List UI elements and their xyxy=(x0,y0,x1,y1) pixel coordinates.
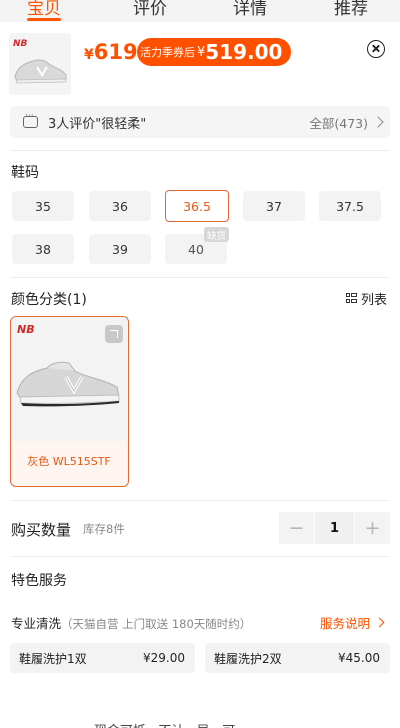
divider xyxy=(10,277,390,278)
service-option[interactable]: 鞋履洗护2双 ¥45.00 xyxy=(205,643,390,673)
sold-out-badge: 缺货 xyxy=(204,227,230,242)
quantity-value[interactable]: 1 xyxy=(315,512,354,544)
promo-currency: ¥ xyxy=(197,44,206,60)
promo-price-badge: 活力季券后 ¥ 519.00 xyxy=(137,38,291,66)
service-info-link[interactable]: 服务说明 xyxy=(320,613,385,632)
quantity-stepper: − 1 + xyxy=(279,512,390,544)
active-tab-indicator xyxy=(27,18,61,21)
divider xyxy=(10,150,390,151)
comment-icon xyxy=(23,111,38,128)
sneaker-thumbnail-image: NB xyxy=(13,39,67,84)
size-option-selected[interactable]: 36.5 xyxy=(165,190,229,222)
stock-count: 库存8件 xyxy=(83,522,125,536)
color-section-title: 颜色分类(1) xyxy=(11,292,87,308)
size-option[interactable]: 36 xyxy=(89,191,151,221)
size-option[interactable]: 35 xyxy=(12,191,74,221)
size-option[interactable]: 38 xyxy=(12,234,74,264)
close-icon[interactable] xyxy=(367,40,385,58)
list-view-icon xyxy=(346,293,357,304)
size-option[interactable]: 39 xyxy=(89,234,151,264)
chevron-right-icon xyxy=(374,617,385,628)
price-value: 619 xyxy=(93,40,138,64)
promo-price: 519.00 xyxy=(205,40,283,64)
tab-reviews[interactable]: 评价 xyxy=(133,0,167,19)
service-option-name: 鞋履洗护2双 xyxy=(214,651,282,666)
review-summary: 3人评价"很轻柔" xyxy=(48,116,147,132)
list-view-toggle[interactable]: 列表 xyxy=(346,289,387,308)
service-option-price: ¥45.00 xyxy=(338,651,380,665)
quantity-title: 购买数量 xyxy=(11,521,72,539)
promo-label: 活力季券后 xyxy=(140,46,195,59)
services-title: 特色服务 xyxy=(11,573,67,589)
top-tab-bar: 宝贝 评价 详情 推荐 xyxy=(0,0,400,22)
service-option[interactable]: 鞋履洗护1双 ¥29.00 xyxy=(10,643,195,673)
size-section-title: 鞋码 xyxy=(11,165,39,181)
service-category-name: 专业清洗 xyxy=(11,616,62,631)
decrement-button[interactable]: − xyxy=(279,512,314,544)
expand-icon[interactable] xyxy=(105,325,123,343)
tab-product[interactable]: 宝贝 xyxy=(27,0,61,19)
current-price: ¥619 xyxy=(84,40,138,64)
currency-symbol: ¥ xyxy=(84,47,94,63)
divider xyxy=(10,500,390,501)
product-thumbnail[interactable]: NB xyxy=(9,33,71,95)
size-option[interactable]: 37.5 xyxy=(319,191,381,221)
svg-text:NB: NB xyxy=(17,323,35,336)
color-option-label: 灰色 WL515STF xyxy=(27,455,111,468)
tab-recommend[interactable]: 推荐 xyxy=(334,0,368,19)
service-info-label: 服务说明 xyxy=(320,616,371,631)
footer-partial-text: 现金可抵 · 不计 · 异...可 xyxy=(94,720,235,728)
svg-text:NB: NB xyxy=(13,39,28,49)
service-category-desc: （天猫自营 上门取送 180天随时约） xyxy=(61,617,252,631)
size-option[interactable]: 37 xyxy=(243,191,305,221)
color-option-card[interactable]: NB 灰色 WL515STF xyxy=(10,316,129,487)
service-category: 专业清洗（天猫自营 上门取送 180天随时约） xyxy=(11,613,251,632)
reviews-bar[interactable]: 3人评价"很轻柔" 全部(473) xyxy=(10,106,390,138)
divider xyxy=(10,556,390,557)
list-view-label: 列表 xyxy=(361,293,388,308)
chevron-right-icon xyxy=(372,116,384,128)
service-option-price: ¥29.00 xyxy=(143,651,185,665)
tab-details[interactable]: 详情 xyxy=(233,0,267,19)
increment-button[interactable]: + xyxy=(355,512,390,544)
service-option-name: 鞋履洗护1双 xyxy=(19,651,87,666)
all-reviews-link[interactable]: 全部(473) xyxy=(309,113,368,132)
